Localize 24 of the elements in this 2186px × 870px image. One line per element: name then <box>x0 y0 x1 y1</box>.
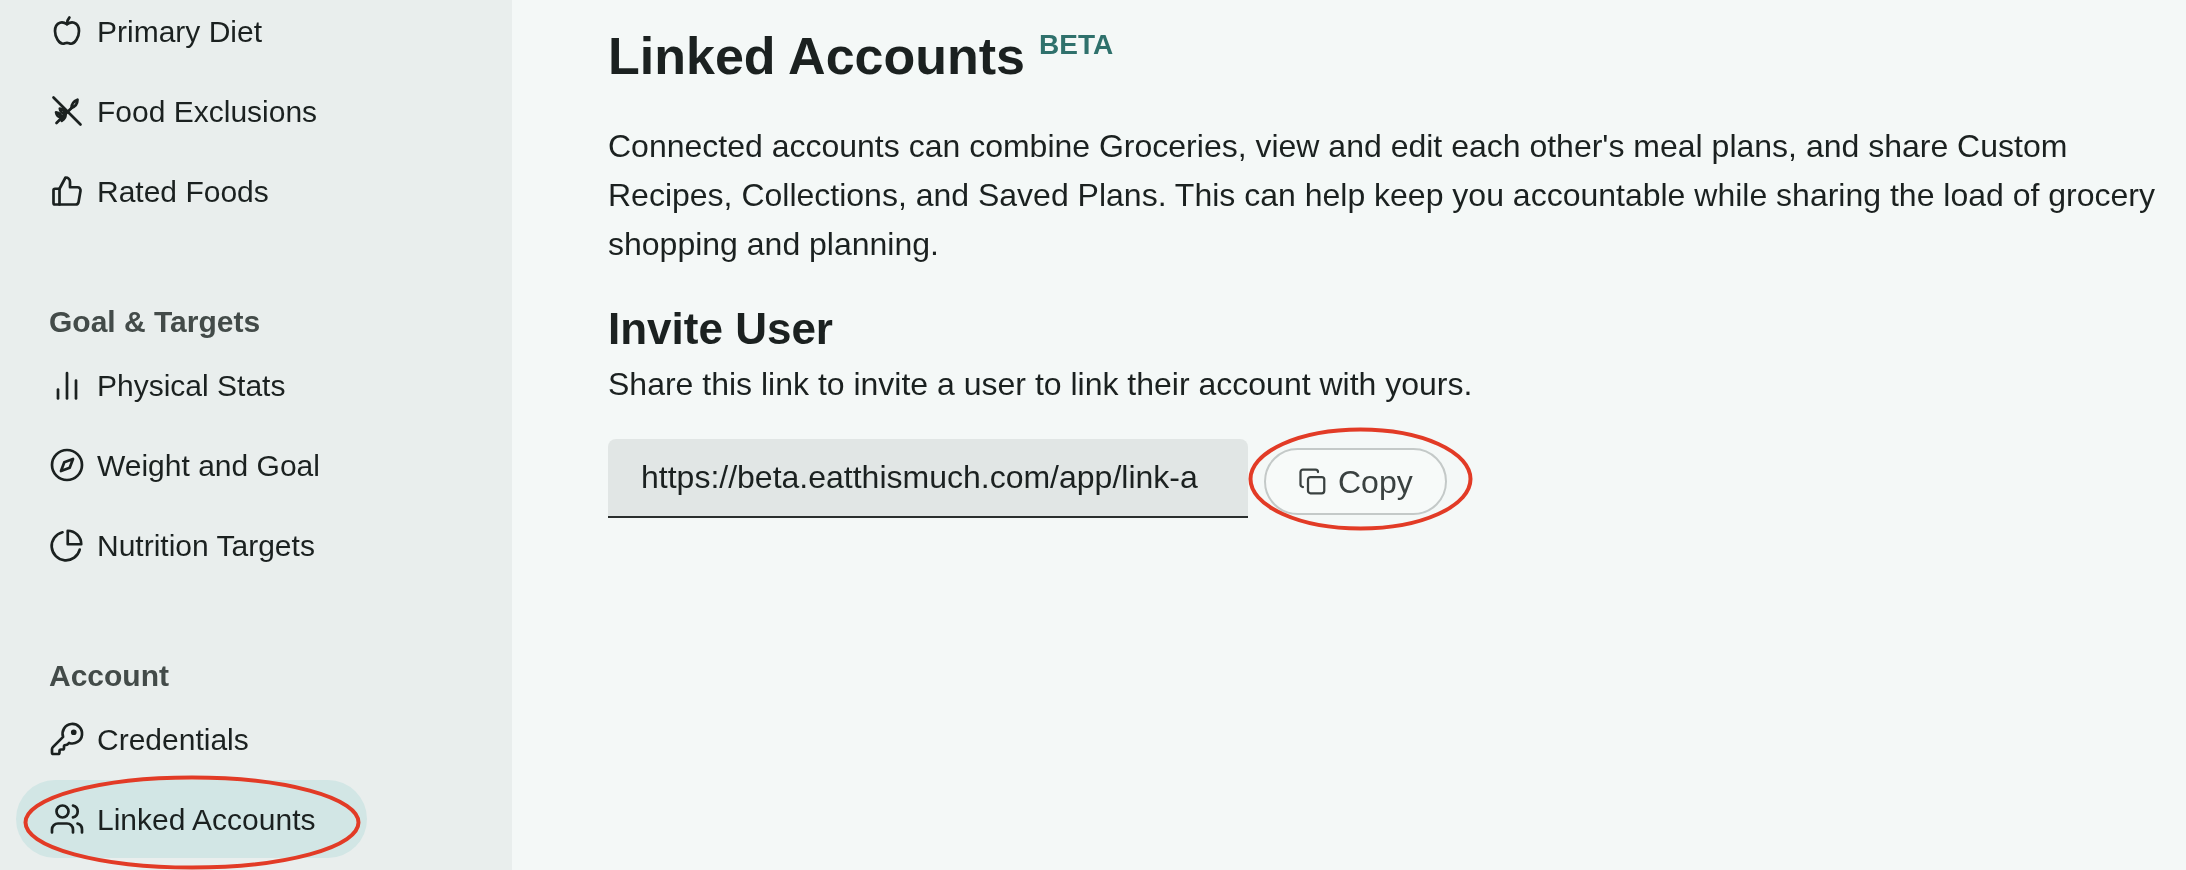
sidebar-item[interactable]: Linked Accounts <box>16 780 367 858</box>
description-text: Connected accounts can combine Groceries, view and edit each other's meal plans, and share Custom Recipes, Collections, and Saved Plans. This can help keep you accountable while sharing the load of grocery shopping and planning. <box>608 127 2156 264</box>
sidebar-item[interactable]: Nutrition Targets <box>16 506 367 584</box>
sidebar-heading: Goal & Targets <box>49 304 261 340</box>
link-field[interactable]: https://beta.eatthismuch.com/app/link-a <box>608 439 1248 518</box>
copy-icon <box>1298 466 1328 497</box>
sidebar-item[interactable]: Physical Stats <box>16 346 367 424</box>
compass-icon <box>49 447 85 483</box>
pie-chart-icon <box>49 527 85 563</box>
beta-label: BETA <box>1039 28 1114 62</box>
thumbs-up-icon <box>49 173 85 209</box>
sidebar-item[interactable]: Rated Foods <box>16 152 367 230</box>
wheat-crossed-icon <box>49 93 85 129</box>
sidebar-item[interactable]: Weight and Goal <box>16 426 367 504</box>
sidebar-item[interactable]: Food Exclusions <box>16 72 367 150</box>
copy-button[interactable]: Copy <box>1264 448 1447 515</box>
sidebar-item[interactable]: Credentials <box>16 700 367 778</box>
instruction-text: Share this link to invite a user to link their account with yours. <box>608 365 1473 404</box>
key-icon <box>49 721 85 757</box>
page-title: Linked Accounts <box>608 26 1025 87</box>
sidebar-item[interactable]: Primary Diet <box>16 0 367 70</box>
sidebar-heading: Account <box>49 658 169 694</box>
section-heading: Invite User <box>608 303 833 355</box>
people-icon <box>49 801 85 837</box>
